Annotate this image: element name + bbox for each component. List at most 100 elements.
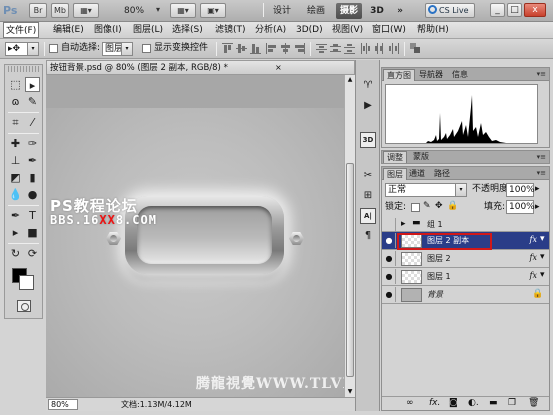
- close-button[interactable]: x: [524, 3, 546, 17]
- tab-info[interactable]: 信息: [449, 69, 471, 81]
- align-vcenter-icon[interactable]: [236, 43, 247, 54]
- minimize-button[interactable]: _: [490, 3, 505, 17]
- screen-mode-button[interactable]: ▣▾: [200, 3, 226, 18]
- 3d-panel-icon[interactable]: 3D: [360, 132, 376, 148]
- opacity-slider-icon[interactable]: ▸: [535, 184, 540, 195]
- tab-navigator[interactable]: 导航器: [416, 69, 446, 81]
- expand-triangle-icon[interactable]: ▸: [401, 219, 406, 230]
- layer-row-background[interactable]: ● 背景 🔒: [382, 286, 549, 304]
- align-bottom-icon[interactable]: [250, 43, 261, 54]
- visibility-toggle[interactable]: [383, 218, 396, 231]
- fx-expand-icon[interactable]: ▾: [540, 234, 545, 245]
- menu-layer[interactable]: 图层(L): [131, 22, 165, 38]
- document-tab[interactable]: 按钮背景.psd @ 80% (图层 2 副本, RGB/8) * ×: [46, 60, 355, 75]
- menu-edit[interactable]: 编辑(E): [51, 22, 86, 38]
- zoom-level[interactable]: 80%: [124, 4, 144, 18]
- quick-mask-icon[interactable]: [17, 300, 31, 312]
- layer-row-layer2[interactable]: ● 图层 2 fx ▾: [382, 250, 549, 268]
- distribute-left-icon[interactable]: [360, 43, 371, 54]
- tab-layers[interactable]: 图层: [383, 168, 407, 180]
- arrange-documents-button[interactable]: ▦▾: [170, 3, 196, 18]
- workspace-painting[interactable]: 绘画: [302, 3, 330, 19]
- opacity-field[interactable]: 100%: [506, 183, 535, 197]
- history-brush-icon[interactable]: ✒: [25, 153, 40, 168]
- canvas-area[interactable]: PS教程论坛 BBS.16XX8.COM: [46, 75, 344, 397]
- notes-panel-icon[interactable]: A|: [360, 208, 376, 224]
- panel-menu-icon[interactable]: ▾≡: [537, 153, 546, 161]
- maximize-button[interactable]: □: [507, 3, 522, 17]
- show-transform-checkbox[interactable]: [142, 44, 151, 53]
- menu-filter[interactable]: 滤镜(T): [213, 22, 248, 38]
- tab-adjustments[interactable]: 调整: [383, 151, 407, 163]
- blend-mode-dropdown[interactable]: 正常 ▾: [385, 183, 467, 197]
- fx-icon[interactable]: fx: [530, 235, 537, 244]
- mask-icon[interactable]: ◙: [449, 398, 458, 409]
- more-workspaces-button[interactable]: »: [392, 3, 408, 19]
- history-panel-icon[interactable]: ♈: [360, 78, 376, 94]
- fill-field[interactable]: 100%: [506, 200, 535, 214]
- tab-channels[interactable]: 通道: [406, 168, 428, 180]
- move-tool-icon[interactable]: ▸: [25, 77, 40, 92]
- layer-row-layer2-copy[interactable]: ● 图层 2 副本 fx ▾: [382, 232, 549, 250]
- menu-select[interactable]: 选择(S): [170, 22, 205, 38]
- 3d-orbit-icon[interactable]: ⟳: [25, 246, 40, 261]
- eyedropper-icon[interactable]: ⁄: [25, 115, 40, 130]
- fx-expand-icon[interactable]: ▾: [540, 252, 545, 263]
- path-selection-icon[interactable]: ▸: [8, 225, 23, 240]
- align-top-icon[interactable]: [222, 43, 233, 54]
- gradient-tool-icon[interactable]: ▮: [25, 170, 40, 185]
- folder-icon[interactable]: ▬: [489, 398, 498, 409]
- background-color-swatch[interactable]: [19, 275, 34, 290]
- lock-transparent-icon[interactable]: [411, 203, 420, 212]
- auto-select-dropdown[interactable]: 图层 ▾: [102, 42, 133, 56]
- mini-bridge-button[interactable]: Mb: [51, 3, 69, 18]
- auto-align-icon[interactable]: [410, 43, 421, 54]
- crop-tool-icon[interactable]: ⌗: [8, 115, 23, 130]
- panel-grip[interactable]: [8, 66, 39, 72]
- eraser-tool-icon[interactable]: ◩: [8, 170, 23, 185]
- panel-menu-icon[interactable]: ▾≡: [537, 169, 546, 177]
- blur-tool-icon[interactable]: 💧: [8, 187, 23, 202]
- menu-3d[interactable]: 3D(D): [294, 22, 325, 38]
- lasso-tool-icon[interactable]: ɷ: [8, 94, 23, 109]
- tab-masks[interactable]: 蒙版: [410, 151, 432, 163]
- lock-position-icon[interactable]: ✥: [435, 201, 443, 212]
- adjustment-icon[interactable]: ◐.: [468, 398, 479, 409]
- eye-icon[interactable]: ●: [383, 251, 396, 266]
- menu-help[interactable]: 帮助(H): [415, 22, 451, 38]
- document-size-info[interactable]: 文档:1.13M/4.12M: [121, 399, 192, 410]
- clone-stamp-icon[interactable]: ⊥: [8, 153, 23, 168]
- menu-image[interactable]: 图像(I): [92, 22, 124, 38]
- align-left-icon[interactable]: [266, 43, 277, 54]
- view-extras-button[interactable]: ▦▾: [73, 3, 99, 18]
- distribute-right-icon[interactable]: [388, 43, 399, 54]
- auto-select-checkbox[interactable]: [49, 44, 58, 53]
- quick-selection-icon[interactable]: ✎: [25, 94, 40, 109]
- shape-tool-icon[interactable]: ■: [25, 225, 40, 240]
- zoom-field[interactable]: 80%: [48, 399, 78, 410]
- align-hcenter-icon[interactable]: [280, 43, 291, 54]
- distribute-top-icon[interactable]: [316, 43, 327, 54]
- link-icon[interactable]: ∞: [406, 398, 414, 409]
- actions-panel-icon[interactable]: ▶: [360, 98, 376, 114]
- trash-icon[interactable]: 🗑: [528, 398, 539, 409]
- tab-histogram[interactable]: 直方图: [383, 69, 415, 81]
- distribute-vcenter-icon[interactable]: [330, 43, 341, 54]
- fx-icon[interactable]: fx.: [429, 398, 440, 409]
- layer-row-group-1[interactable]: ▸ ▬ 组 1: [382, 217, 549, 232]
- menu-analysis[interactable]: 分析(A): [253, 22, 288, 38]
- type-tool-icon[interactable]: T: [25, 208, 40, 223]
- workspace-design[interactable]: 设计: [268, 3, 296, 19]
- scroll-down-icon[interactable]: ▼: [345, 387, 355, 397]
- align-right-icon[interactable]: [294, 43, 305, 54]
- scroll-up-icon[interactable]: ▲: [345, 75, 355, 85]
- lock-image-icon[interactable]: ✎: [423, 201, 431, 212]
- lock-all-icon[interactable]: 🔒: [447, 201, 458, 212]
- fill-slider-icon[interactable]: ▸: [535, 202, 540, 213]
- distribute-hcenter-icon[interactable]: [374, 43, 385, 54]
- pen-tool-icon[interactable]: ✒: [8, 208, 23, 223]
- 3d-rotate-icon[interactable]: ↻: [8, 246, 23, 261]
- menu-window[interactable]: 窗口(W): [370, 22, 408, 38]
- close-document-icon[interactable]: ×: [275, 62, 282, 74]
- styles-panel-icon[interactable]: ✂: [360, 168, 376, 184]
